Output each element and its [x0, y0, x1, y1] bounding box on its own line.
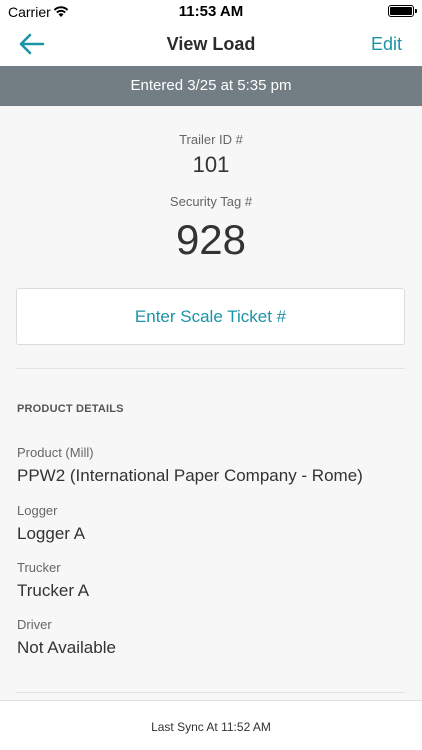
trailer-id-label: Trailer ID # — [179, 132, 243, 147]
section-title-product-details: PRODUCT DETAILS — [17, 403, 124, 415]
status-bar: Carrier 11:53 AM — [0, 0, 422, 24]
driver-label: Driver — [17, 617, 52, 632]
security-tag-value: 928 — [175, 216, 247, 263]
product-value: PPW2 (International Paper Company - Rome… — [17, 466, 363, 485]
trailer-id-value: 101 — [192, 152, 230, 177]
page-title: View Load — [166, 34, 256, 54]
nav-bar: View Load Edit — [0, 24, 422, 66]
logger-label: Logger — [17, 503, 58, 518]
last-sync-footer: Last Sync At 11:52 AM — [0, 700, 422, 750]
battery-icon — [388, 5, 417, 17]
edit-button[interactable]: Edit — [371, 34, 402, 55]
trucker-label: Trucker — [17, 560, 61, 575]
divider — [16, 368, 405, 369]
product-label: Product (Mill) — [17, 445, 94, 460]
driver-value: Not Available — [17, 638, 116, 657]
logger-value: Logger A — [17, 524, 86, 543]
divider — [16, 692, 405, 693]
status-time: 11:53 AM — [178, 3, 244, 20]
enter-scale-ticket-button[interactable]: Enter Scale Ticket # — [16, 288, 405, 345]
trucker-value: Trucker A — [17, 581, 90, 600]
security-tag-label: Security Tag # — [169, 194, 253, 209]
entered-banner: Entered 3/25 at 5:35 pm — [0, 66, 422, 106]
